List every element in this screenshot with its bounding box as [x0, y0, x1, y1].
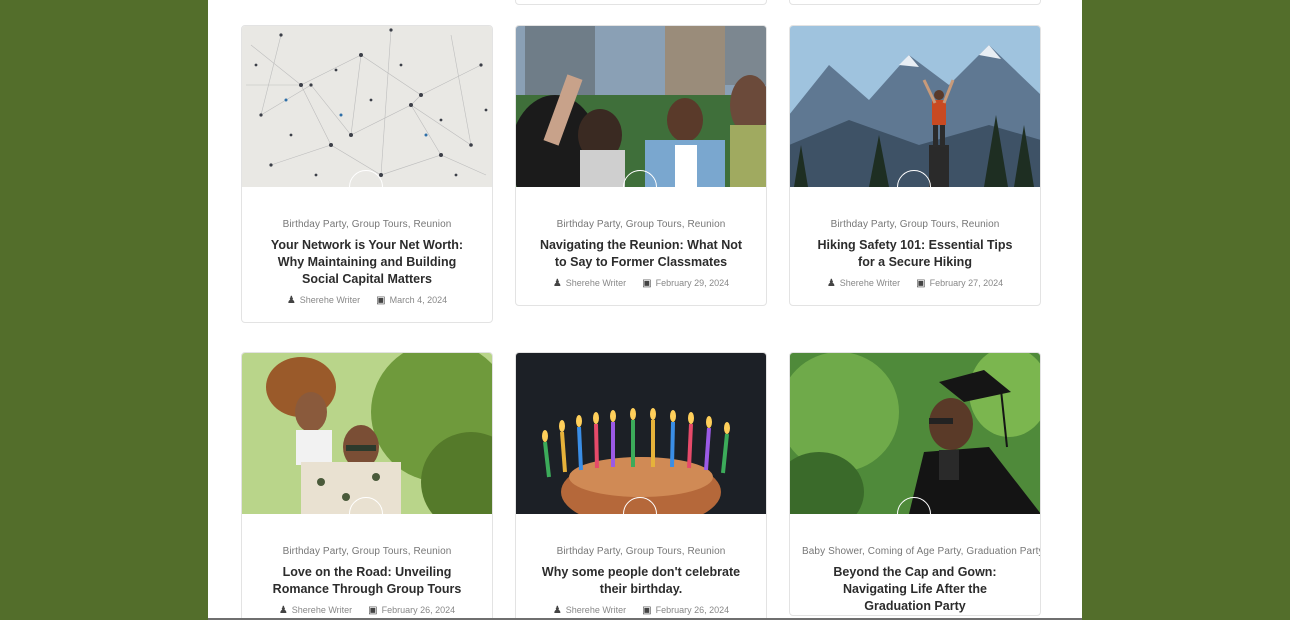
post-title[interactable]: Why some people don't celebrate their bi…	[528, 564, 754, 598]
post-thumbnail[interactable]	[242, 353, 492, 514]
post-author-name[interactable]: Sherehe Writer	[566, 278, 626, 288]
post-date: ▣ February 29, 2024	[642, 278, 729, 289]
calendar-icon: ▣	[916, 278, 926, 289]
post-thumbnail[interactable]	[790, 353, 1040, 514]
post-thumbnail[interactable]	[242, 26, 492, 187]
post-author[interactable]: ♟ Sherehe Writer	[827, 278, 900, 289]
post-categories[interactable]: Birthday Party, Group Tours, Reunion	[254, 219, 480, 230]
post-categories[interactable]: Baby Shower, Coming of Age Party, Gradua…	[802, 546, 1040, 557]
person-icon: ♟	[552, 605, 562, 616]
person-icon: ♟	[278, 605, 288, 616]
post-card[interactable]: Birthday Party, Group Tours, Reunion Why…	[515, 352, 767, 620]
person-icon: ♟	[286, 295, 296, 306]
post-author[interactable]: ♟ Sherehe Writer	[287, 295, 360, 306]
calendar-icon: ▣	[642, 278, 652, 289]
post-card[interactable]: Birthday Party, Group Tours, Reunion Lov…	[241, 352, 493, 620]
post-author-name[interactable]: Sherehe Writer	[292, 605, 352, 615]
post-date-text: February 26, 2024	[381, 605, 456, 615]
card-above	[515, 0, 767, 5]
card-above	[789, 0, 1041, 5]
post-date: ▣ February 26, 2024	[642, 605, 729, 616]
post-thumbnail[interactable]	[516, 353, 766, 514]
calendar-icon: ▣	[642, 605, 652, 616]
post-author[interactable]: ♟ Sherehe Writer	[279, 605, 352, 616]
post-title[interactable]: Hiking Safety 101: Essential Tips for a …	[802, 237, 1028, 271]
post-categories[interactable]: Birthday Party, Group Tours, Reunion	[802, 219, 1028, 230]
person-icon: ♟	[552, 278, 562, 289]
post-categories[interactable]: Birthday Party, Group Tours, Reunion	[528, 546, 754, 557]
post-title[interactable]: Navigating the Reunion: What Not to Say …	[528, 237, 754, 271]
post-card[interactable]: Birthday Party, Group Tours, Reunion You…	[241, 25, 493, 323]
post-thumbnail[interactable]	[516, 26, 766, 187]
post-date: ▣ March 4, 2024	[376, 295, 447, 306]
post-author[interactable]: ♟ Sherehe Writer	[553, 605, 626, 616]
post-title[interactable]: Beyond the Cap and Gown: Navigating Life…	[802, 564, 1028, 615]
post-date-text: March 4, 2024	[389, 295, 448, 305]
blog-grid: Birthday Party, Group Tours, Reunion You…	[208, 0, 1082, 620]
post-card[interactable]: Birthday Party, Group Tours, Reunion Nav…	[515, 25, 767, 306]
post-author-name[interactable]: Sherehe Writer	[566, 605, 626, 615]
post-thumbnail[interactable]	[790, 26, 1040, 187]
calendar-icon: ▣	[368, 605, 378, 616]
post-card[interactable]: Baby Shower, Coming of Age Party, Gradua…	[789, 352, 1041, 616]
post-categories[interactable]: Birthday Party, Group Tours, Reunion	[528, 219, 754, 230]
post-date-text: February 26, 2024	[655, 605, 730, 615]
calendar-icon: ▣	[376, 295, 386, 306]
post-author-name[interactable]: Sherehe Writer	[300, 295, 360, 305]
post-date: ▣ February 27, 2024	[916, 278, 1003, 289]
post-title[interactable]: Your Network is Your Net Worth: Why Main…	[254, 237, 480, 288]
post-date-text: February 27, 2024	[929, 278, 1004, 288]
post-date-text: February 29, 2024	[655, 278, 730, 288]
post-author-name[interactable]: Sherehe Writer	[840, 278, 900, 288]
post-categories[interactable]: Birthday Party, Group Tours, Reunion	[254, 546, 480, 557]
person-icon: ♟	[826, 278, 836, 289]
post-author[interactable]: ♟ Sherehe Writer	[553, 278, 626, 289]
post-title[interactable]: Love on the Road: Unveiling Romance Thro…	[254, 564, 480, 598]
post-date: ▣ February 26, 2024	[368, 605, 455, 616]
post-card[interactable]: Birthday Party, Group Tours, Reunion Hik…	[789, 25, 1041, 306]
